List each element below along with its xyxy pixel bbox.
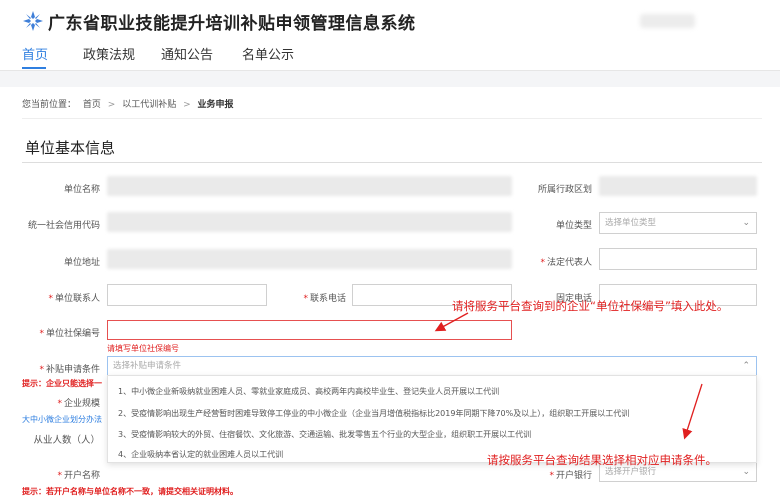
divider <box>22 162 762 163</box>
bank-placeholder: 选择开户银行 <box>605 467 657 477</box>
tip-condition: 提示：企业只能选择一 <box>22 379 102 388</box>
label-phone-text: 联系电话 <box>309 294 346 304</box>
unit-name-field <box>107 176 512 196</box>
required-mark: * <box>303 294 308 304</box>
label-condition-text: 补贴申请条件 <box>45 365 100 375</box>
user-info-blurred <box>640 14 695 28</box>
label-phone: * 联系电话 <box>303 291 346 304</box>
label-legal-rep: * 法定代表人 <box>540 255 592 268</box>
label-account-name-text: 开户名称 <box>63 471 100 481</box>
label-contact: * 单位联系人 <box>48 291 100 304</box>
region-field <box>599 176 757 196</box>
address-field <box>107 249 512 269</box>
required-mark: * <box>48 294 53 304</box>
divider <box>22 118 762 119</box>
nav-policy[interactable]: 政策法规 <box>83 44 135 63</box>
label-legal-rep-text: 法定代表人 <box>546 258 592 268</box>
scale-standard-link[interactable]: 大中小微企业划分办法 <box>22 414 102 425</box>
dropdown-option-1[interactable]: 1、中小微企业新吸纳就业困难人员、零就业家庭成员、高校两年内高校毕业生、登记失业… <box>118 386 499 397</box>
breadcrumb: 您当前位置： 首页 > 以工代训补贴 > 业务申报 <box>22 97 238 110</box>
unit-type-placeholder: 选择单位类型 <box>605 218 657 228</box>
dropdown-option-4[interactable]: 4、企业吸纳本省认定的就业困难人员以工代训 <box>118 449 283 460</box>
chevron-up-icon: ⌃ <box>742 361 750 371</box>
unit-type-select[interactable]: 选择单位类型 ⌄ <box>599 212 757 234</box>
required-mark: * <box>540 258 545 268</box>
legal-rep-input[interactable] <box>599 248 757 270</box>
required-mark: * <box>39 365 44 375</box>
social-no-input[interactable] <box>107 320 512 340</box>
label-contact-text: 单位联系人 <box>54 294 100 304</box>
required-mark: * <box>549 471 554 481</box>
system-logo-icon <box>23 11 43 31</box>
dropdown-option-2[interactable]: 2、受疫情影响出现生产经营暂时困难导致停工停业的中小微企业（企业当月增值税指标比… <box>118 408 629 419</box>
label-bank-text: 开户银行 <box>555 471 592 481</box>
label-bank: * 开户银行 <box>549 468 592 481</box>
condition-dropdown: 1、中小微企业新吸纳就业困难人员、零就业家庭成员、高校两年内高校毕业生、登记失业… <box>107 375 757 463</box>
breadcrumb-current: 业务申报 <box>197 100 234 110</box>
breadcrumb-separator: > <box>107 100 116 110</box>
label-social-no-text: 单位社保编号 <box>45 329 100 339</box>
annotation-social-no: 请将服务平台查询到的企业“单位社保编号”填入此处。 <box>452 299 729 313</box>
breadcrumb-home[interactable]: 首页 <box>83 100 101 110</box>
system-title: 广东省职业技能提升培训补贴申领管理信息系统 <box>48 14 416 34</box>
nav-home[interactable]: 首页 <box>22 44 48 63</box>
chevron-down-icon: ⌄ <box>742 218 750 228</box>
chevron-down-icon: ⌄ <box>742 467 750 477</box>
contact-input[interactable] <box>107 284 267 306</box>
required-mark: * <box>39 329 44 339</box>
nav-active-indicator <box>22 67 46 69</box>
label-account-name: * 开户名称 <box>57 468 100 481</box>
label-employees: 从业人数（人） <box>33 435 100 446</box>
nav-publicity[interactable]: 名单公示 <box>242 44 294 63</box>
required-mark: * <box>57 399 62 409</box>
label-condition: * 补贴申请条件 <box>39 362 100 375</box>
breadcrumb-separator: > <box>183 100 191 110</box>
label-scale: * 企业规模 <box>57 396 100 409</box>
condition-select[interactable]: 选择补贴申请条件 ⌃ <box>107 356 757 376</box>
breadcrumb-subsidy[interactable]: 以工代训补贴 <box>122 100 176 110</box>
label-credit-code: 统一社会信用代码 <box>27 221 100 231</box>
label-scale-text: 企业规模 <box>63 399 100 409</box>
credit-code-field <box>107 212 512 232</box>
label-unit-type: 单位类型 <box>555 221 592 231</box>
label-unit-name: 单位名称 <box>63 185 100 195</box>
nav-notice[interactable]: 通知公告 <box>161 44 213 63</box>
social-no-error: 请填写单位社保编号 <box>107 344 179 353</box>
label-social-no: * 单位社保编号 <box>39 326 100 339</box>
required-mark: * <box>57 471 62 481</box>
annotation-condition: 请按服务平台查询结果选择相对应申请条件。 <box>487 453 717 467</box>
header-separator-band <box>0 71 780 87</box>
label-region: 所属行政区划 <box>537 185 592 195</box>
dropdown-option-3[interactable]: 3、受疫情影响较大的外贸、住宿餐饮、文化旅游、交通运输、批发零售五个行业的大型企… <box>118 429 531 440</box>
section-title: 单位基本信息 <box>25 139 116 157</box>
breadcrumb-prefix: 您当前位置： <box>22 100 77 110</box>
condition-placeholder: 选择补贴申请条件 <box>113 361 182 371</box>
tip-account-name: 提示：若开户名称与单位名称不一致，请提交相关证明材料。 <box>22 487 238 496</box>
label-address: 单位地址 <box>63 258 100 268</box>
